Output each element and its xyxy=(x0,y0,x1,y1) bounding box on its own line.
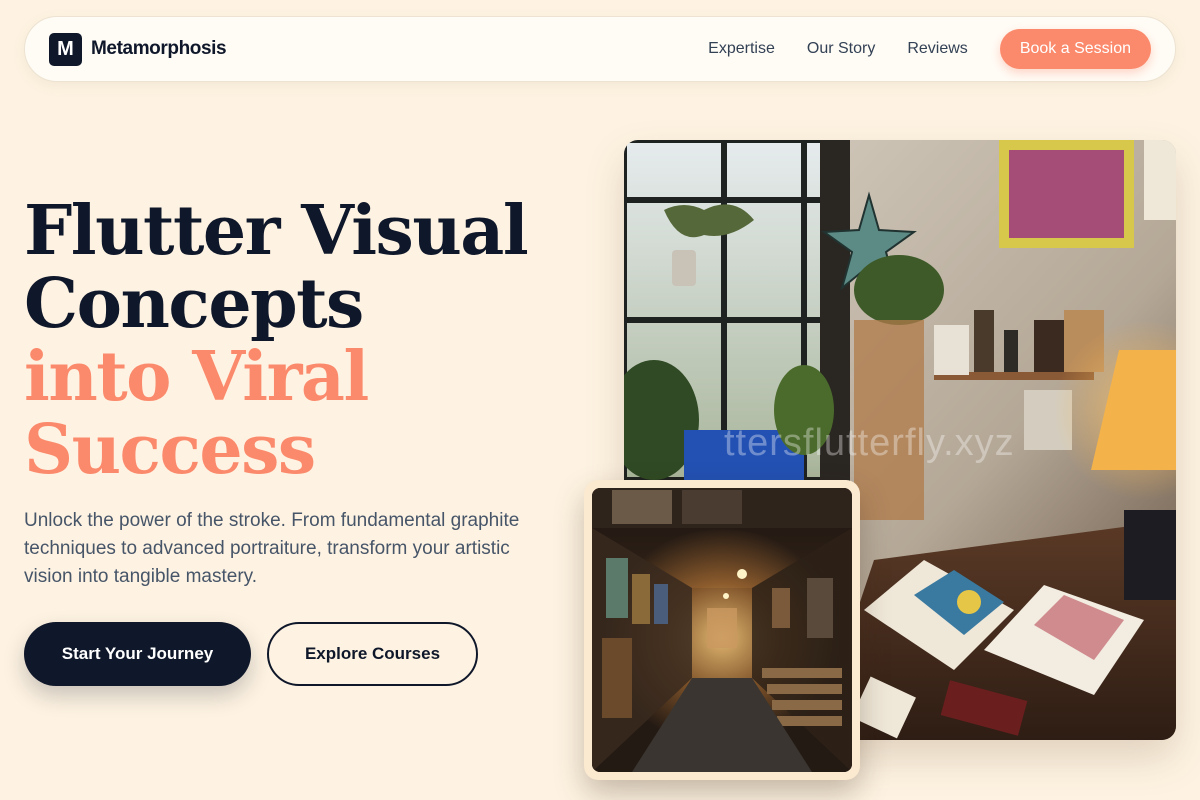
brand-mark-icon: M xyxy=(49,32,82,66)
gallery-corridor-photo xyxy=(592,488,852,772)
hero-title-line-1: Flutter Visual xyxy=(24,191,529,271)
explore-courses-button[interactable]: Explore Courses xyxy=(267,622,478,686)
hero-title-accent-line-2: Success xyxy=(24,410,316,490)
brand-logo[interactable]: M Metamorphosis xyxy=(49,32,227,66)
book-session-button[interactable]: Book a Session xyxy=(999,29,1151,69)
inset-photo-frame xyxy=(584,480,860,780)
watermark-text: ttersflutterfly.xyz xyxy=(724,422,1015,464)
start-journey-button[interactable]: Start Your Journey xyxy=(24,622,251,686)
hero-subtitle: Unlock the power of the stroke. From fun… xyxy=(24,510,520,587)
hero-title-line-2: Concepts xyxy=(24,264,364,344)
top-navigation: M Metamorphosis Expertise Our Story Revi… xyxy=(24,16,1176,82)
hero-title-accent-line-1: into Viral xyxy=(24,337,369,417)
hero-title: Flutter Visual Concepts into Viral Succe… xyxy=(24,195,584,487)
nav-link-reviews[interactable]: Reviews xyxy=(907,40,967,58)
nav-links: Expertise Our Story Reviews Book a Sessi… xyxy=(708,29,1151,69)
nav-link-our-story[interactable]: Our Story xyxy=(807,40,875,58)
nav-link-expertise[interactable]: Expertise xyxy=(708,40,775,58)
brand-name: Metamorphosis xyxy=(91,38,227,59)
